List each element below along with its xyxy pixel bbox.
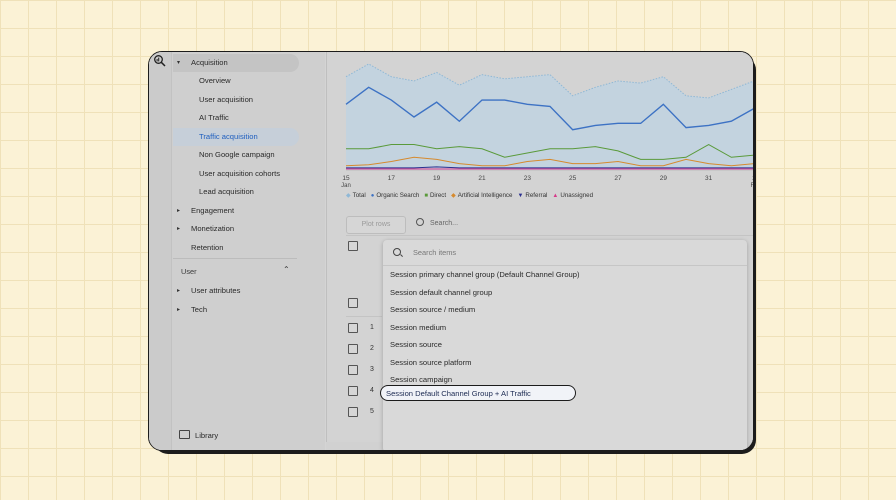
legend-item[interactable]: ▼ Referral <box>517 192 547 199</box>
sidebar-item-label: User attributes <box>191 286 241 295</box>
dropdown-item[interactable]: Session campaign <box>390 375 452 384</box>
dimension-dropdown: Search items Session primary channel gro… <box>380 240 747 450</box>
sidebar-item-acquisition[interactable]: ▾ Acquisition <box>173 54 299 72</box>
search-icon <box>393 248 401 256</box>
legend-label: Direct <box>429 192 447 199</box>
legend-marker-icon: ◆ <box>451 193 456 199</box>
sidebar-item-label: User acquisition <box>199 95 254 104</box>
caret-right-icon: ▸ <box>177 288 181 294</box>
legend-item[interactable]: ◆ Artificial Intelligence <box>451 192 512 199</box>
sidebar-divider <box>173 258 297 259</box>
x-tick-label: 31 <box>705 175 713 182</box>
legend-marker-icon: ◆ <box>346 193 351 199</box>
x-tick-label: 19 <box>433 175 441 182</box>
x-tick-sublabel: Fe <box>750 183 754 189</box>
dropdown-item[interactable]: Session default channel group <box>390 288 492 297</box>
dropdown-item[interactable]: Session source / medium <box>390 305 475 314</box>
row-checkbox[interactable] <box>348 323 358 333</box>
dropdown-search[interactable]: Search items <box>383 240 747 266</box>
legend-item[interactable]: ■ Direct <box>424 192 446 199</box>
series-total-area <box>346 64 753 170</box>
sidebar-item-label: Overview <box>199 76 231 85</box>
section-title: User <box>181 267 197 276</box>
row-number: 1 <box>370 324 374 331</box>
dropdown-item[interactable]: Session source <box>390 340 442 349</box>
sidebar-item-label: User acquisition cohorts <box>199 169 281 178</box>
x-tick-label: 27 <box>614 175 622 182</box>
library-label: Library <box>195 431 219 440</box>
sidebar-item-traffic-acquisition[interactable]: Traffic acquisition <box>173 128 299 146</box>
analytics-search-icon[interactable] <box>153 54 166 67</box>
caret-down-icon: ▾ <box>177 60 181 66</box>
sidebar-item-label: Retention <box>191 243 224 252</box>
row-number: 4 <box>370 387 374 394</box>
header-checkbox[interactable] <box>348 241 358 251</box>
chevron-up-icon[interactable]: ⌃ <box>283 265 290 274</box>
dropdown-search-placeholder: Search items <box>413 248 457 257</box>
sidebar-item-label: Acquisition <box>191 58 228 67</box>
search-icon <box>416 218 424 226</box>
row-checkbox[interactable] <box>348 407 358 417</box>
x-tick-label: 15 <box>342 175 350 182</box>
dropdown-item[interactable]: Session source platform <box>390 358 471 367</box>
chart-legend: ◆ Total ● Organic Search ■ Direct ◆ Artificial … <box>346 192 598 199</box>
x-tick-sublabel: Jan <box>341 183 351 189</box>
app-window: ▾ Acquisition Overview User acquisition … <box>148 51 754 451</box>
legend-item[interactable]: ● Organic Search <box>371 192 420 199</box>
legend-marker-icon: ● <box>370 193 375 199</box>
caret-right-icon: ▸ <box>177 226 181 232</box>
row-checkbox[interactable] <box>348 386 358 396</box>
legend-item[interactable]: ▲ Unassigned <box>552 192 593 199</box>
x-tick-label: 29 <box>660 175 668 182</box>
plot-rows-button[interactable]: Plot rows <box>346 216 406 234</box>
select-all-checkbox[interactable] <box>348 298 358 308</box>
x-tick-label: 23 <box>524 175 532 182</box>
legend-item[interactable]: ◆ Total <box>346 192 366 199</box>
legend-marker-icon: ▲ <box>552 193 559 199</box>
row-number: 5 <box>370 408 374 415</box>
folder-icon <box>179 430 190 439</box>
sidebar-section-user[interactable]: User ⌃ <box>171 264 295 278</box>
legend-label: Organic Search <box>376 192 420 199</box>
sidebar-item-label: Tech <box>191 305 208 314</box>
sidebar-item-label: Engagement <box>191 206 235 215</box>
dropdown-item-highlighted[interactable]: Session Default Channel Group + AI Traff… <box>380 385 576 401</box>
x-tick-label: 17 <box>388 175 396 182</box>
legend-label: Artificial Intelligence <box>457 192 513 199</box>
legend-marker-icon: ■ <box>424 193 428 199</box>
traffic-line-chart: 15 17 19 21 23 25 27 29 31 2 Jan Fe <box>341 63 754 189</box>
x-tick-label: 21 <box>478 175 486 182</box>
sidebar: ▾ Acquisition Overview User acquisition … <box>149 52 325 450</box>
x-tick-label: 2 <box>752 175 754 182</box>
table-search-placeholder: Search... <box>430 220 459 227</box>
sidebar-item-label: Traffic acquisition <box>199 132 258 141</box>
row-divider <box>346 316 382 317</box>
sidebar-item-label: Monetization <box>191 224 235 233</box>
caret-right-icon: ▸ <box>177 307 181 313</box>
sidebar-item-label: Lead acquisition <box>199 187 254 196</box>
row-number: 2 <box>370 345 374 352</box>
caret-right-icon: ▸ <box>177 208 181 214</box>
legend-label: Unassigned <box>560 192 594 199</box>
legend-marker-icon: ▼ <box>517 193 524 199</box>
sidebar-item-label: AI Traffic <box>199 113 229 122</box>
row-checkbox[interactable] <box>348 344 358 354</box>
dropdown-item[interactable]: Session medium <box>390 323 446 332</box>
row-checkbox[interactable] <box>348 365 358 375</box>
x-tick-label: 25 <box>569 175 577 182</box>
legend-label: Referral <box>525 192 548 199</box>
library-link[interactable]: Library <box>179 430 218 440</box>
dropdown-item[interactable]: Session primary channel group (Default C… <box>390 270 580 279</box>
row-number: 3 <box>370 366 374 373</box>
table-search[interactable]: Search... <box>416 218 458 227</box>
legend-label: Total <box>352 192 366 199</box>
nav-rail <box>149 52 172 450</box>
sidebar-item-label: Non Google campaign <box>199 150 275 159</box>
